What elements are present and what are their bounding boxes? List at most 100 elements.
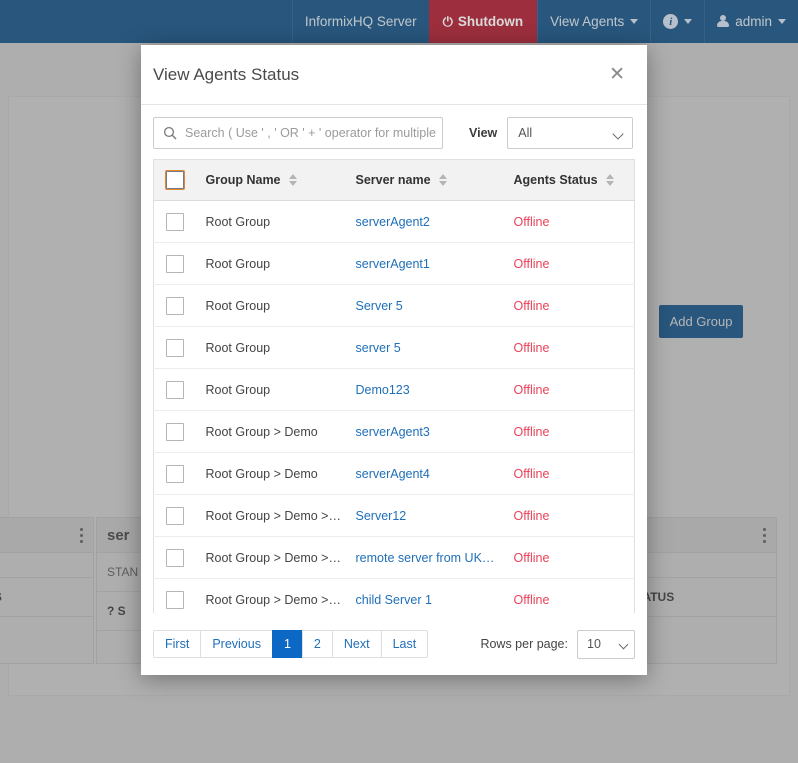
cell-server-name: serverAgent2 — [349, 200, 508, 243]
table-row[interactable]: Root Group > Demo > … remote server from … — [153, 536, 635, 579]
server-name-link[interactable]: serverAgent4 — [356, 467, 502, 481]
row-checkbox[interactable] — [166, 296, 184, 315]
close-icon[interactable]: ✕ — [609, 65, 625, 84]
column-header-group-name[interactable]: Group Name — [199, 159, 350, 201]
status-badge: Offline — [513, 382, 550, 397]
sort-icon[interactable] — [289, 173, 297, 186]
server-name-link[interactable]: serverAgent1 — [356, 257, 502, 271]
rows-per-page-select[interactable]: 10 — [577, 629, 635, 659]
row-checkbox[interactable] — [166, 590, 184, 609]
row-checkbox[interactable] — [166, 506, 184, 525]
table-row[interactable]: Root Group server 5 Offline — [153, 326, 635, 369]
server-name-link[interactable]: serverAgent3 — [356, 425, 502, 439]
search-box[interactable] — [153, 117, 443, 149]
row-checkbox[interactable] — [166, 380, 184, 399]
group-name-text: Root Group > Demo — [205, 424, 318, 439]
agents-table-container: Group Name Server name Agents Status Roo… — [141, 159, 647, 613]
row-select-cell — [153, 494, 200, 537]
row-checkbox[interactable] — [166, 464, 184, 483]
cell-group-name: Root Group > Demo — [199, 452, 350, 495]
row-checkbox[interactable] — [166, 254, 184, 273]
row-select-cell — [153, 536, 200, 579]
row-select-cell — [153, 200, 200, 243]
row-checkbox[interactable] — [166, 338, 184, 357]
server-name-link[interactable]: server 5 — [356, 341, 502, 355]
modal-header: View Agents Status ✕ — [141, 45, 647, 105]
cell-group-name: Root Group > Demo > … — [200, 579, 350, 614]
cell-group-name: Root Group > Demo > … — [199, 536, 350, 579]
column-header-server-name[interactable]: Server name — [349, 159, 508, 201]
modal-footer: First Previous 1 2 Next Last Rows per pa… — [141, 613, 647, 675]
cell-agent-status: Offline — [507, 410, 635, 453]
rows-per-page-label: Rows per page: — [480, 637, 568, 651]
pagination-previous[interactable]: Previous — [200, 630, 272, 658]
table-row[interactable]: Root Group > Demo serverAgent3 Offline — [153, 410, 635, 453]
status-badge: Offline — [513, 340, 550, 355]
search-icon — [163, 126, 177, 140]
rows-per-page-wrap[interactable]: 10 — [577, 629, 635, 659]
row-select-cell — [154, 579, 200, 614]
row-select-cell — [153, 242, 200, 285]
row-select-cell — [153, 368, 200, 411]
select-all-checkbox[interactable] — [165, 170, 185, 190]
table-row[interactable]: Root Group serverAgent1 Offline — [153, 242, 635, 285]
pagination-last[interactable]: Last — [380, 630, 429, 658]
table-row[interactable]: Root Group Server 5 Offline — [153, 284, 635, 327]
row-checkbox[interactable] — [166, 212, 184, 231]
table-row[interactable]: Root Group serverAgent2 Offline — [153, 200, 635, 243]
view-filter-wrap[interactable]: All — [507, 117, 634, 149]
sort-icon[interactable] — [606, 173, 615, 186]
view-agents-status-modal: View Agents Status ✕ View All — [141, 45, 647, 675]
column-header-agents-status[interactable]: Agents Status — [507, 159, 635, 201]
cell-agent-status: Offline — [507, 452, 635, 495]
table-row[interactable]: Root Group > Demo > … Server12 Offline — [153, 494, 635, 537]
cell-agent-status: Offline — [507, 284, 635, 327]
table-row[interactable]: Root Group > Demo serverAgent4 Offline — [153, 452, 635, 495]
server-name-link[interactable]: child Server 1 — [356, 593, 502, 607]
pagination-next[interactable]: Next — [331, 630, 381, 658]
status-badge: Offline — [513, 508, 550, 523]
cell-server-name: serverAgent1 — [349, 242, 508, 285]
server-name-link[interactable]: Demo123 — [356, 383, 502, 397]
cell-group-name: Root Group > Demo — [199, 410, 350, 453]
cell-server-name: child Server 1 — [350, 579, 508, 614]
status-badge: Offline — [513, 298, 550, 313]
pagination-page-1[interactable]: 1 — [271, 630, 302, 658]
server-name-link[interactable]: serverAgent2 — [356, 215, 502, 229]
select-all-header — [153, 159, 200, 201]
search-input[interactable] — [183, 118, 442, 148]
column-header-group-name-label: Group Name — [205, 173, 281, 187]
cell-agent-status: Offline — [508, 579, 635, 614]
cell-agent-status: Offline — [507, 368, 635, 411]
server-name-link[interactable]: Server12 — [356, 509, 502, 523]
group-name-text: Root Group — [205, 298, 271, 313]
row-checkbox[interactable] — [166, 548, 184, 567]
sort-icon[interactable] — [439, 173, 448, 186]
server-name-link[interactable]: Server 5 — [356, 299, 502, 313]
server-name-link[interactable]: remote server from UK… — [356, 551, 502, 565]
table-row[interactable]: Root Group Demo123 Offline — [153, 368, 635, 411]
cell-agent-status: Offline — [507, 494, 635, 537]
row-select-cell — [153, 452, 200, 495]
table-header-row: Group Name Server name Agents Status — [153, 159, 635, 201]
cell-server-name: Server 5 — [349, 284, 508, 327]
agents-table-body: Root Group serverAgent2 Offline Root Group s… — [153, 200, 635, 614]
pagination-page-2[interactable]: 2 — [301, 630, 332, 658]
cell-group-name: Root Group — [199, 326, 350, 369]
row-checkbox[interactable] — [166, 422, 184, 441]
status-badge: Offline — [513, 592, 550, 607]
column-header-server-name-label: Server name — [355, 173, 431, 187]
table-row[interactable]: Root Group > Demo > … child Server 1 Offli… — [154, 579, 635, 614]
cell-server-name: remote server from UK… — [349, 536, 508, 579]
cell-server-name: Server12 — [349, 494, 508, 537]
status-badge: Offline — [513, 214, 550, 229]
row-select-cell — [153, 326, 200, 369]
pagination-first[interactable]: First — [153, 630, 201, 658]
cell-group-name: Root Group > Demo > … — [199, 494, 350, 537]
status-badge: Offline — [513, 256, 550, 271]
column-header-agents-status-label: Agents Status — [513, 173, 598, 187]
cell-server-name: server 5 — [349, 326, 508, 369]
rows-per-page-area: Rows per page: 10 — [480, 629, 635, 659]
view-filter-select[interactable]: All — [507, 117, 634, 149]
agents-table: Group Name Server name Agents Status Roo… — [153, 159, 635, 613]
